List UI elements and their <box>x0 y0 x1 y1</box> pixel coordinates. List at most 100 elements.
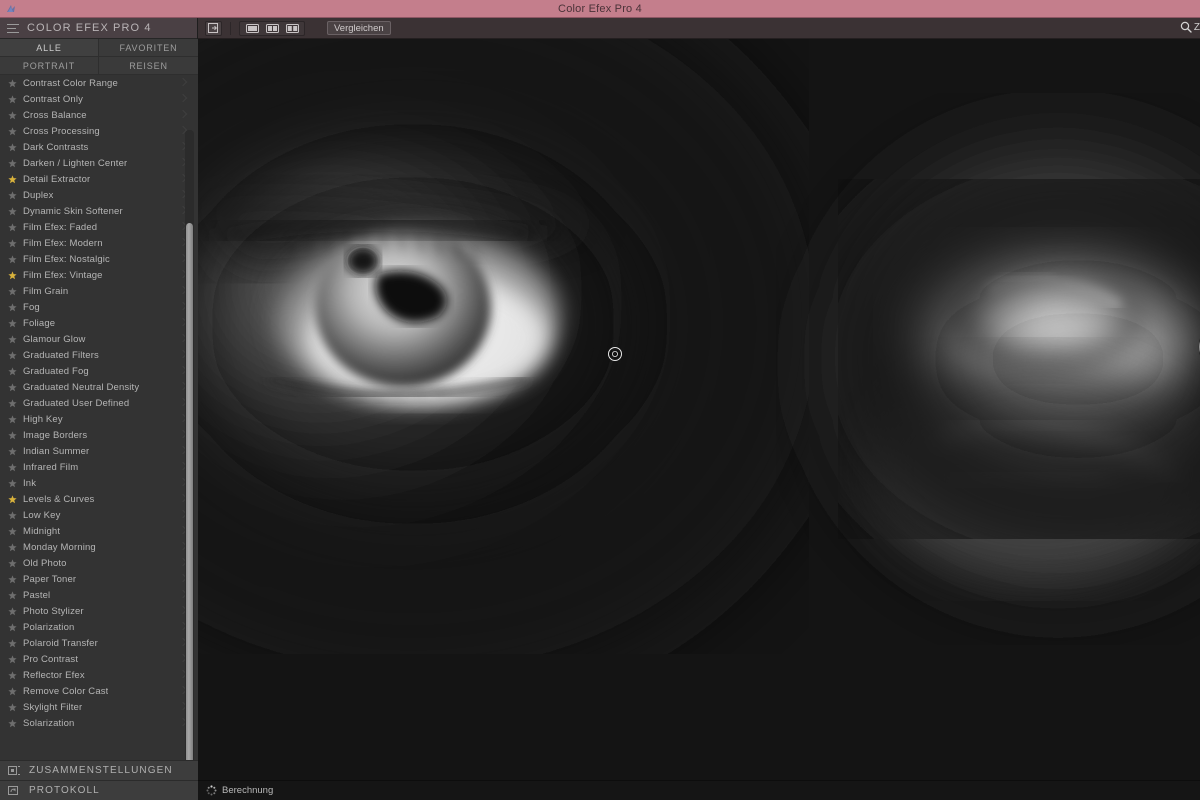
filter-list-item[interactable]: Paper Toner <box>0 571 198 587</box>
image-canvas[interactable] <box>198 39 1200 780</box>
single-view-button[interactable] <box>244 22 260 34</box>
filter-list-item[interactable]: Cross Processing <box>0 123 198 139</box>
star-outline-icon[interactable] <box>8 670 17 680</box>
filter-list-item[interactable]: Detail Extractor <box>0 171 198 187</box>
category-reisen-3[interactable]: REISEN <box>99 57 198 75</box>
filter-list-item[interactable]: Image Borders <box>0 427 198 443</box>
star-outline-icon[interactable] <box>8 654 17 664</box>
filter-list-item[interactable]: Film Efex: Modern <box>0 235 198 251</box>
filter-list-scrollbar-thumb[interactable] <box>186 223 193 773</box>
star-filled-icon[interactable] <box>8 494 17 504</box>
star-outline-icon[interactable] <box>8 94 17 104</box>
star-outline-icon[interactable] <box>8 206 17 216</box>
star-outline-icon[interactable] <box>8 334 17 344</box>
filter-list-item[interactable]: Graduated Neutral Density <box>0 379 198 395</box>
filter-list-item[interactable]: Skylight Filter <box>0 699 198 715</box>
filter-label: Film Grain <box>23 285 69 297</box>
star-outline-icon[interactable] <box>8 142 17 152</box>
filter-list-item[interactable]: Pro Contrast <box>0 651 198 667</box>
filter-list-item[interactable]: Graduated Fog <box>0 363 198 379</box>
star-outline-icon[interactable] <box>8 318 17 328</box>
star-outline-icon[interactable] <box>8 414 17 424</box>
star-outline-icon[interactable] <box>8 382 17 392</box>
filter-list-item[interactable]: Midnight <box>0 523 198 539</box>
filter-list-item[interactable]: Film Efex: Vintage <box>0 267 198 283</box>
category-portrait-2[interactable]: PORTRAIT <box>0 57 99 75</box>
star-filled-icon[interactable] <box>8 270 17 280</box>
star-outline-icon[interactable] <box>8 366 17 376</box>
star-outline-icon[interactable] <box>8 542 17 552</box>
filter-list[interactable]: Contrast Color Range Contrast Only Cross B… <box>0 75 198 780</box>
filter-list-item[interactable]: Duplex <box>0 187 198 203</box>
filter-list-item[interactable]: Fog <box>0 299 198 315</box>
filter-list-item[interactable]: Solarization <box>0 715 198 731</box>
star-outline-icon[interactable] <box>8 286 17 296</box>
filter-list-item[interactable]: Film Efex: Nostalgic <box>0 251 198 267</box>
filter-list-item[interactable]: Contrast Only <box>0 91 198 107</box>
zoom-control[interactable]: Z <box>1180 21 1200 33</box>
filter-list-item[interactable]: Film Grain <box>0 283 198 299</box>
star-outline-icon[interactable] <box>8 526 17 536</box>
side-by-side-view-button[interactable] <box>284 22 300 34</box>
star-outline-icon[interactable] <box>8 574 17 584</box>
star-outline-icon[interactable] <box>8 718 17 728</box>
filter-list-item[interactable]: Contrast Color Range <box>0 75 198 91</box>
star-outline-icon[interactable] <box>8 558 17 568</box>
filter-list-item[interactable]: Reflector Efex <box>0 667 198 683</box>
recipes-button[interactable]: ZUSAMMENSTELLUNGEN <box>0 760 198 780</box>
filter-list-item[interactable]: Film Efex: Faded <box>0 219 198 235</box>
filter-list-item[interactable]: Darken / Lighten Center <box>0 155 198 171</box>
filter-list-item[interactable]: Old Photo <box>0 555 198 571</box>
star-outline-icon[interactable] <box>8 638 17 648</box>
filter-label: Paper Toner <box>23 573 77 585</box>
filter-list-item[interactable]: Pastel <box>0 587 198 603</box>
star-outline-icon[interactable] <box>8 510 17 520</box>
history-button[interactable]: PROTOKOLL <box>0 780 198 800</box>
filter-list-item[interactable]: Photo Stylizer <box>0 603 198 619</box>
filter-list-item[interactable]: Foliage <box>0 315 198 331</box>
filter-list-item[interactable]: Polaroid Transfer <box>0 635 198 651</box>
star-outline-icon[interactable] <box>8 158 17 168</box>
star-outline-icon[interactable] <box>8 222 17 232</box>
filter-list-item[interactable]: Ink <box>0 475 198 491</box>
star-outline-icon[interactable] <box>8 190 17 200</box>
star-outline-icon[interactable] <box>8 126 17 136</box>
filter-list-item[interactable]: Monday Morning <box>0 539 198 555</box>
filter-list-item[interactable]: Glamour Glow <box>0 331 198 347</box>
star-outline-icon[interactable] <box>8 702 17 712</box>
star-outline-icon[interactable] <box>8 398 17 408</box>
category-alle-0[interactable]: ALLE <box>0 39 99 57</box>
star-outline-icon[interactable] <box>8 78 17 88</box>
star-filled-icon[interactable] <box>8 174 17 184</box>
star-outline-icon[interactable] <box>8 302 17 312</box>
filter-list-item[interactable]: Cross Balance <box>0 107 198 123</box>
star-outline-icon[interactable] <box>8 254 17 264</box>
category-favoriten-1[interactable]: FAVORITEN <box>99 39 198 57</box>
filter-list-item[interactable]: Remove Color Cast <box>0 683 198 699</box>
filter-list-item[interactable]: Levels & Curves <box>0 491 198 507</box>
filter-list-item[interactable]: Indian Summer <box>0 443 198 459</box>
loupe-toggle-button[interactable] <box>205 20 222 36</box>
star-outline-icon[interactable] <box>8 590 17 600</box>
filter-list-item[interactable]: Graduated User Defined <box>0 395 198 411</box>
filter-list-item[interactable]: Polarization <box>0 619 198 635</box>
filter-list-item[interactable]: Dark Contrasts <box>0 139 198 155</box>
hamburger-menu-icon[interactable] <box>7 23 19 33</box>
star-outline-icon[interactable] <box>8 110 17 120</box>
star-outline-icon[interactable] <box>8 462 17 472</box>
filter-list-item[interactable]: Infrared Film <box>0 459 198 475</box>
filter-list-item[interactable]: Low Key <box>0 507 198 523</box>
star-outline-icon[interactable] <box>8 238 17 248</box>
star-outline-icon[interactable] <box>8 478 17 488</box>
filter-list-item[interactable]: High Key <box>0 411 198 427</box>
star-outline-icon[interactable] <box>8 446 17 456</box>
star-outline-icon[interactable] <box>8 350 17 360</box>
compare-button[interactable]: Vergleichen <box>327 21 391 35</box>
filter-list-item[interactable]: Graduated Filters <box>0 347 198 363</box>
star-outline-icon[interactable] <box>8 622 17 632</box>
star-outline-icon[interactable] <box>8 686 17 696</box>
filter-list-item[interactable]: Dynamic Skin Softener <box>0 203 198 219</box>
star-outline-icon[interactable] <box>8 430 17 440</box>
star-outline-icon[interactable] <box>8 606 17 616</box>
split-view-button[interactable] <box>264 22 280 34</box>
